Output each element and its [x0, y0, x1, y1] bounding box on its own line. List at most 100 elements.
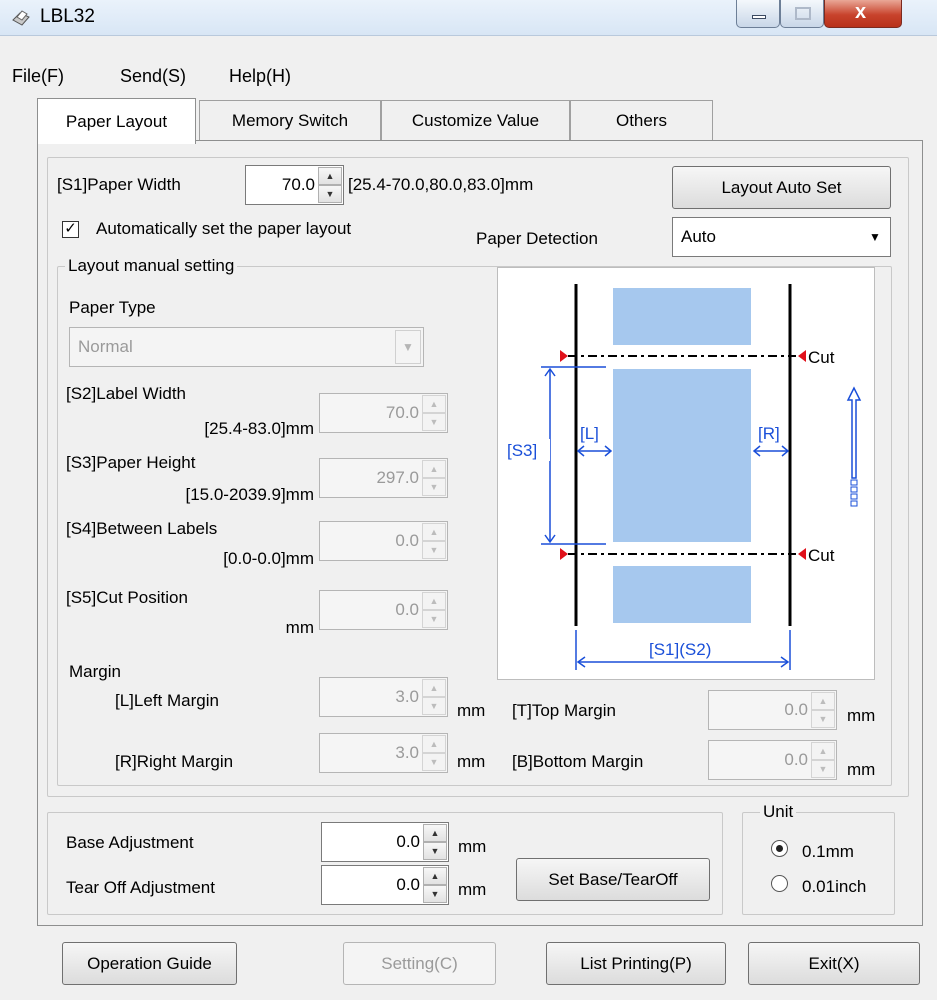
right-margin-spinner[interactable]: 3.0 ▲ ▼: [319, 733, 448, 773]
paper-width-range: [25.4-70.0,80.0,83.0]mm: [348, 175, 534, 194]
tab-memory-switch[interactable]: Memory Switch: [199, 100, 381, 140]
spin-down-icon[interactable]: ▼: [811, 760, 835, 778]
cut-position-value: 0.0: [395, 600, 419, 619]
right-margin-unit: mm: [457, 752, 486, 771]
feed-direction-arrow-icon: [846, 386, 862, 507]
cut-position-spinner[interactable]: 0.0 ▲ ▼: [319, 590, 448, 630]
spin-down-icon[interactable]: ▼: [422, 610, 446, 628]
chevron-down-icon: ▼: [395, 330, 421, 364]
label-width-spinner[interactable]: 70.0 ▲ ▼: [319, 393, 448, 433]
bottom-margin-value: 0.0: [784, 750, 808, 769]
left-margin-spinner[interactable]: 3.0 ▲ ▼: [319, 677, 448, 717]
paper-detection-value: Auto: [681, 227, 716, 246]
tear-off-label: Tear Off Adjustment: [66, 878, 215, 897]
base-adjustment-spinner[interactable]: 0.0 ▲ ▼: [321, 822, 449, 862]
base-adjustment-label: Base Adjustment: [66, 833, 194, 852]
left-margin-label: [L]Left Margin: [115, 691, 219, 710]
paper-height-value: 297.0: [376, 468, 419, 487]
tab-paper-layout[interactable]: Paper Layout: [37, 98, 196, 144]
paper-type-select[interactable]: Normal ▼: [69, 327, 424, 367]
operation-guide-button[interactable]: Operation Guide: [62, 942, 237, 985]
s3-label: [S3]: [507, 441, 537, 460]
maximize-button[interactable]: [780, 0, 824, 28]
spin-down-icon[interactable]: ▼: [423, 842, 447, 860]
tab-customize-value[interactable]: Customize Value: [381, 100, 570, 140]
cut-marker-left-bottom: [560, 548, 568, 560]
top-margin-spinner[interactable]: 0.0 ▲ ▼: [708, 690, 837, 730]
minimize-button[interactable]: [736, 0, 780, 28]
layout-auto-set-button[interactable]: Layout Auto Set: [672, 166, 891, 209]
cut-label-top: Cut: [808, 348, 835, 367]
spin-down-icon[interactable]: ▼: [422, 753, 446, 771]
margin-title: Margin: [69, 662, 121, 681]
s1-s2-label: [S1](S2): [649, 640, 711, 659]
spin-down-icon[interactable]: ▼: [422, 413, 446, 431]
bottom-margin-spinner[interactable]: 0.0 ▲ ▼: [708, 740, 837, 780]
menu-file[interactable]: File(F): [12, 66, 64, 87]
close-icon: x: [855, 1, 867, 23]
unit-option-mm: 0.1mm: [802, 842, 854, 861]
auto-layout-label: Automatically set the paper layout: [96, 219, 352, 238]
spin-down-icon[interactable]: ▼: [318, 185, 342, 203]
paper-height-spinner[interactable]: 297.0 ▲ ▼: [319, 458, 448, 498]
layout-diagram: Cut Cut [S3] [L] [R] [S1](S2): [497, 267, 875, 680]
spin-up-icon[interactable]: ▲: [422, 460, 446, 478]
top-margin-label: [T]Top Margin: [512, 701, 616, 720]
spin-up-icon[interactable]: ▲: [811, 692, 835, 710]
menu-help[interactable]: Help(H): [229, 66, 291, 87]
spin-up-icon[interactable]: ▲: [422, 679, 446, 697]
paper-width-label: [S1]Paper Width: [57, 175, 181, 194]
left-margin-unit: mm: [457, 701, 486, 720]
spin-up-icon[interactable]: ▲: [422, 735, 446, 753]
unit-radio-inch[interactable]: [771, 875, 788, 892]
exit-button[interactable]: Exit(X): [748, 942, 920, 985]
label-width-label: [S2]Label Width: [66, 384, 187, 403]
spin-down-icon[interactable]: ▼: [422, 697, 446, 715]
set-base-tearoff-button[interactable]: Set Base/TearOff: [516, 858, 710, 901]
spin-down-icon[interactable]: ▼: [811, 710, 835, 728]
label-width-value: 70.0: [385, 403, 419, 422]
unit-legend: Unit: [760, 802, 797, 822]
spin-up-icon[interactable]: ▲: [422, 395, 446, 413]
tear-off-spinner[interactable]: 0.0 ▲ ▼: [321, 865, 449, 905]
paper-width-value: 70.0: [281, 175, 315, 194]
left-margin-value: 3.0: [395, 687, 419, 706]
unit-option-inch: 0.01inch: [802, 877, 867, 896]
label-rect-middle: [613, 369, 751, 542]
spin-up-icon[interactable]: ▲: [318, 167, 342, 185]
spin-up-icon[interactable]: ▲: [422, 523, 446, 541]
setting-button[interactable]: Setting(C): [343, 942, 496, 985]
cut-position-label: [S5]Cut Position: [66, 588, 188, 607]
spin-up-icon[interactable]: ▲: [423, 867, 447, 885]
tear-off-unit: mm: [458, 880, 487, 899]
spin-up-icon[interactable]: ▲: [811, 742, 835, 760]
close-button[interactable]: x: [824, 0, 902, 28]
auto-layout-checkbox[interactable]: ✓: [62, 221, 79, 238]
paper-height-label: [S3]Paper Height: [66, 453, 196, 472]
between-labels-range: [0.0-0.0]mm: [223, 549, 314, 568]
base-adjustment-unit: mm: [458, 837, 487, 856]
tab-others[interactable]: Others: [570, 100, 713, 140]
left-margin-diagram-label: [L]: [580, 424, 599, 443]
spin-up-icon[interactable]: ▲: [422, 592, 446, 610]
between-labels-spinner[interactable]: 0.0 ▲ ▼: [319, 521, 448, 561]
spin-down-icon[interactable]: ▼: [422, 478, 446, 496]
paper-width-spinner[interactable]: 70.0 ▲ ▼: [245, 165, 344, 205]
cut-marker-left-top: [560, 350, 568, 362]
spin-down-icon[interactable]: ▼: [423, 885, 447, 903]
menu-send[interactable]: Send(S): [120, 66, 186, 87]
unit-radio-mm[interactable]: [771, 840, 788, 857]
paper-height-range: [15.0-2039.9]mm: [185, 485, 314, 504]
paper-detection-label: Paper Detection: [476, 229, 598, 248]
between-labels-value: 0.0: [395, 531, 419, 550]
layout-diagram-svg: Cut Cut [S3] [L] [R] [S1](S2): [506, 284, 862, 670]
spin-up-icon[interactable]: ▲: [423, 824, 447, 842]
unit-group: [742, 812, 895, 915]
spin-down-icon[interactable]: ▼: [422, 541, 446, 559]
list-printing-button[interactable]: List Printing(P): [546, 942, 726, 985]
tear-off-value: 0.0: [396, 875, 420, 894]
paper-detection-select[interactable]: Auto ▼: [672, 217, 891, 257]
window-title: LBL32: [40, 6, 95, 27]
top-margin-unit: mm: [847, 706, 876, 725]
manual-setting-legend: Layout manual setting: [65, 256, 238, 276]
